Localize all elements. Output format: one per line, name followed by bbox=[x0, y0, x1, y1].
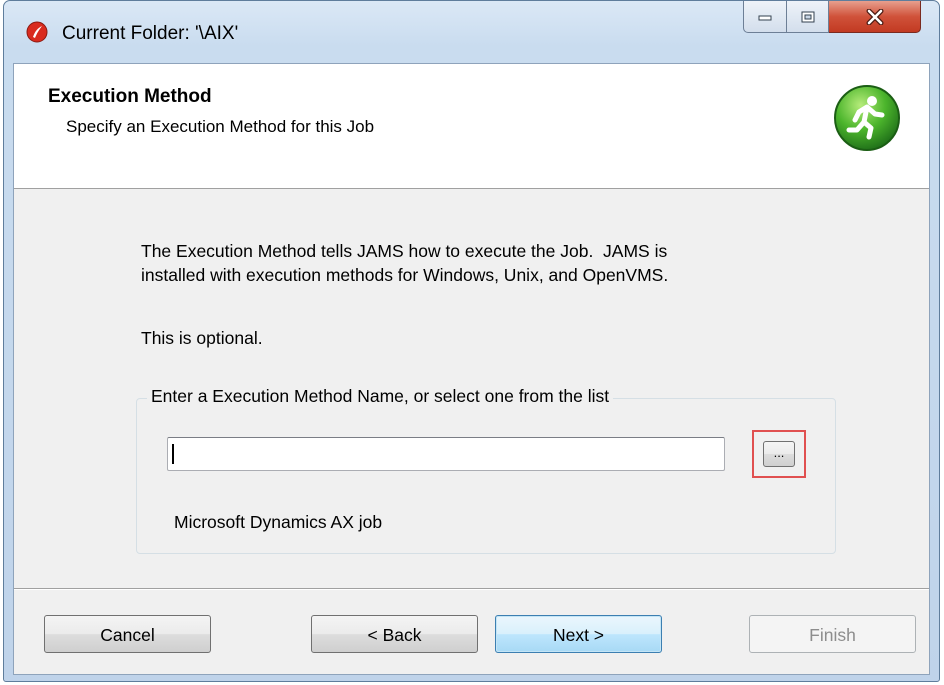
wizard-page: Execution Method Specify an Execution Me… bbox=[13, 63, 930, 675]
window-title: Current Folder: '\AIX' bbox=[62, 23, 239, 44]
group-legend: Enter a Execution Method Name, or select… bbox=[147, 386, 614, 407]
execution-method-input[interactable] bbox=[167, 437, 725, 471]
cancel-button[interactable]: Cancel bbox=[44, 615, 211, 653]
text-caret bbox=[172, 444, 174, 464]
execution-method-group: Enter a Execution Method Name, or select… bbox=[136, 386, 836, 554]
next-button[interactable]: Next > bbox=[495, 615, 662, 653]
browse-button[interactable]: ... bbox=[763, 441, 795, 467]
maximize-button[interactable] bbox=[787, 1, 829, 33]
close-icon bbox=[866, 8, 883, 25]
method-description: Microsoft Dynamics AX job bbox=[174, 512, 383, 532]
optional-note: This is optional. bbox=[141, 328, 263, 348]
footer-divider bbox=[14, 588, 929, 590]
runner-icon bbox=[834, 85, 900, 151]
back-button[interactable]: < Back bbox=[311, 615, 478, 653]
wizard-header: Execution Method Specify an Execution Me… bbox=[14, 64, 929, 189]
jams-logo-icon bbox=[26, 21, 48, 43]
minimize-icon bbox=[758, 15, 772, 20]
page-subtitle: Specify an Execution Method for this Job bbox=[66, 117, 375, 136]
close-button[interactable] bbox=[829, 1, 921, 33]
page-title: Execution Method bbox=[48, 86, 212, 107]
maximize-icon bbox=[801, 11, 814, 22]
title-bar[interactable]: Current Folder: '\AIX' bbox=[4, 1, 939, 63]
minimize-button[interactable] bbox=[743, 1, 787, 33]
wizard-window: Current Folder: '\AIX' Execution Method … bbox=[3, 0, 940, 682]
finish-button[interactable]: Finish bbox=[749, 615, 916, 653]
description-text: The Execution Method tells JAMS how to e… bbox=[141, 241, 669, 285]
browse-highlight: ... bbox=[752, 430, 806, 478]
